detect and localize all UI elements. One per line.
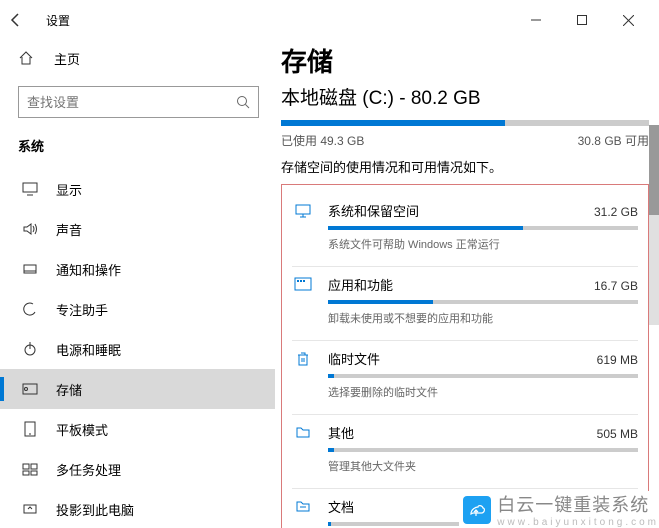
storage-item[interactable]: 临时文件 619 MB 选择要删除的临时文件 bbox=[292, 341, 638, 415]
storage-title: 应用和功能 bbox=[328, 275, 393, 294]
nav-label: 投影到此电脑 bbox=[56, 500, 134, 519]
nav-label: 平板模式 bbox=[56, 420, 108, 439]
search-icon bbox=[236, 95, 250, 109]
sidebar-item-5[interactable]: 存储 bbox=[0, 369, 275, 409]
sidebar-item-4[interactable]: 电源和睡眠 bbox=[18, 329, 259, 369]
sidebar-item-7[interactable]: 多任务处理 bbox=[18, 449, 259, 489]
storage-desc: 选择要删除的临时文件 bbox=[328, 384, 638, 400]
watermark-text: 白云一键重装系统 bbox=[497, 491, 659, 517]
storage-title: 临时文件 bbox=[328, 349, 380, 368]
page-title: 存储 bbox=[281, 42, 649, 79]
watermark-logo-icon bbox=[463, 496, 491, 524]
nav-icon bbox=[20, 341, 40, 357]
storage-bar bbox=[328, 226, 638, 230]
nav-label: 声音 bbox=[56, 220, 82, 239]
sidebar-item-1[interactable]: 声音 bbox=[18, 209, 259, 249]
storage-bar bbox=[328, 374, 638, 378]
titlebar: 设置 bbox=[0, 0, 659, 40]
search-input[interactable] bbox=[18, 86, 259, 118]
nav-icon bbox=[20, 222, 40, 236]
nav-icon bbox=[20, 262, 40, 276]
nav-icon bbox=[20, 182, 40, 196]
content-pane: 存储 本地磁盘 (C:) - 80.2 GB 已使用 49.3 GB 30.8 … bbox=[275, 40, 659, 528]
scroll-thumb[interactable] bbox=[649, 125, 659, 215]
sidebar-item-3[interactable]: 专注助手 bbox=[18, 289, 259, 329]
nav-icon bbox=[20, 383, 40, 395]
nav-label: 电源和睡眠 bbox=[56, 340, 121, 359]
sidebar-item-0[interactable]: 显示 bbox=[18, 169, 259, 209]
storage-bar bbox=[328, 300, 638, 304]
search-field[interactable] bbox=[27, 95, 236, 110]
storage-icon bbox=[292, 351, 314, 400]
storage-item[interactable]: 系统和保留空间 31.2 GB 系统文件可帮助 Windows 正常运行 bbox=[292, 193, 638, 267]
storage-desc: 系统文件可帮助 Windows 正常运行 bbox=[328, 236, 638, 252]
storage-size: 505 MB bbox=[597, 427, 638, 441]
storage-icon bbox=[292, 425, 314, 474]
nav-icon bbox=[20, 502, 40, 516]
disk-usage-bar bbox=[281, 120, 649, 126]
nav-label: 显示 bbox=[56, 180, 82, 199]
nav-label: 多任务处理 bbox=[56, 460, 121, 479]
sidebar-item-6[interactable]: 平板模式 bbox=[18, 409, 259, 449]
nav-icon bbox=[20, 462, 40, 476]
storage-title: 系统和保留空间 bbox=[328, 201, 419, 220]
watermark-sub: www.baiyunxitong.com bbox=[497, 517, 659, 528]
storage-size: 619 MB bbox=[597, 353, 638, 367]
nav-label: 存储 bbox=[56, 380, 82, 399]
used-label: 已使用 49.3 GB bbox=[281, 132, 364, 149]
storage-breakdown: 系统和保留空间 31.2 GB 系统文件可帮助 Windows 正常运行应用和功能 1… bbox=[281, 184, 649, 528]
maximize-button[interactable] bbox=[559, 5, 605, 35]
usage-description: 存储空间的使用情况和可用情况如下。 bbox=[281, 157, 649, 176]
storage-icon bbox=[292, 203, 314, 252]
home-icon bbox=[18, 50, 38, 66]
home-label: 主页 bbox=[54, 49, 80, 68]
nav-label: 专注助手 bbox=[56, 300, 108, 319]
storage-item[interactable]: 其他 505 MB 管理其他大文件夹 bbox=[292, 415, 638, 489]
nav-label: 通知和操作 bbox=[56, 260, 121, 279]
storage-desc: 卸载未使用或不想要的应用和功能 bbox=[328, 310, 638, 326]
disk-label: 本地磁盘 (C:) - 80.2 GB bbox=[281, 83, 649, 110]
nav-icon bbox=[20, 302, 40, 316]
storage-item[interactable]: 应用和功能 16.7 GB 卸载未使用或不想要的应用和功能 bbox=[292, 267, 638, 341]
nav-icon bbox=[20, 421, 40, 437]
sidebar-item-2[interactable]: 通知和操作 bbox=[18, 249, 259, 289]
storage-title: 文档 bbox=[328, 497, 354, 516]
storage-size: 16.7 GB bbox=[594, 279, 638, 293]
scrollbar[interactable] bbox=[649, 125, 659, 325]
storage-bar bbox=[328, 448, 638, 452]
section-header: 系统 bbox=[18, 136, 259, 155]
back-button[interactable] bbox=[8, 12, 40, 28]
storage-icon bbox=[292, 277, 314, 326]
sidebar-item-home[interactable]: 主页 bbox=[18, 40, 259, 76]
storage-title: 其他 bbox=[328, 423, 354, 442]
window-title: 设置 bbox=[46, 12, 70, 29]
sidebar-item-8[interactable]: 投影到此电脑 bbox=[18, 489, 259, 528]
close-button[interactable] bbox=[605, 5, 651, 35]
storage-desc: 管理其他大文件夹 bbox=[328, 458, 638, 474]
free-label: 30.8 GB 可用 bbox=[578, 132, 649, 149]
storage-icon bbox=[292, 499, 314, 528]
watermark: 白云一键重装系统 www.baiyunxitong.com bbox=[459, 491, 659, 528]
storage-size: 31.2 GB bbox=[594, 205, 638, 219]
minimize-button[interactable] bbox=[513, 5, 559, 35]
sidebar: 主页 系统 显示声音通知和操作专注助手电源和睡眠存储平板模式多任务处理投影到此电… bbox=[0, 40, 275, 528]
